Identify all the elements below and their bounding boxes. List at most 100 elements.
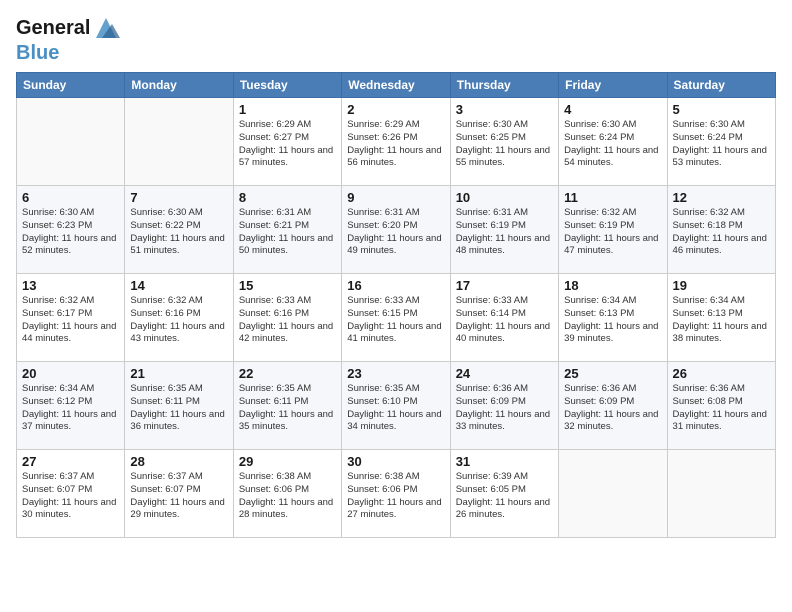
calendar-cell: [667, 450, 775, 538]
calendar-cell: 13 Sunrise: 6:32 AM Sunset: 6:17 PM Dayli…: [17, 274, 125, 362]
day-number: 26: [673, 366, 770, 381]
logo-blue: Blue: [16, 42, 120, 64]
day-info: Sunrise: 6:32 AM Sunset: 6:17 PM Dayligh…: [22, 295, 119, 346]
calendar-cell: 9 Sunrise: 6:31 AM Sunset: 6:20 PM Daylig…: [342, 186, 450, 274]
day-info: Sunrise: 6:36 AM Sunset: 6:09 PM Dayligh…: [456, 383, 553, 434]
calendar-cell: 28 Sunrise: 6:37 AM Sunset: 6:07 PM Dayli…: [125, 450, 233, 538]
day-info: Sunrise: 6:30 AM Sunset: 6:23 PM Dayligh…: [22, 207, 119, 258]
day-number: 3: [456, 102, 553, 117]
day-number: 19: [673, 278, 770, 293]
day-number: 13: [22, 278, 119, 293]
day-info: Sunrise: 6:38 AM Sunset: 6:06 PM Dayligh…: [239, 471, 336, 522]
day-number: 4: [564, 102, 661, 117]
day-info: Sunrise: 6:33 AM Sunset: 6:16 PM Dayligh…: [239, 295, 336, 346]
day-number: 12: [673, 190, 770, 205]
day-info: Sunrise: 6:34 AM Sunset: 6:12 PM Dayligh…: [22, 383, 119, 434]
header: General Blue: [16, 10, 776, 64]
day-info: Sunrise: 6:35 AM Sunset: 6:11 PM Dayligh…: [239, 383, 336, 434]
day-info: Sunrise: 6:30 AM Sunset: 6:25 PM Dayligh…: [456, 119, 553, 170]
day-info: Sunrise: 6:33 AM Sunset: 6:15 PM Dayligh…: [347, 295, 444, 346]
weekday-header: Sunday: [17, 73, 125, 98]
calendar-week-row: 6 Sunrise: 6:30 AM Sunset: 6:23 PM Daylig…: [17, 186, 776, 274]
logo-icon: [92, 14, 120, 42]
calendar-table: SundayMondayTuesdayWednesdayThursdayFrid…: [16, 72, 776, 538]
weekday-header: Tuesday: [233, 73, 341, 98]
day-info: Sunrise: 6:31 AM Sunset: 6:19 PM Dayligh…: [456, 207, 553, 258]
day-number: 5: [673, 102, 770, 117]
day-number: 8: [239, 190, 336, 205]
calendar-cell: [125, 98, 233, 186]
day-number: 22: [239, 366, 336, 381]
calendar-cell: 10 Sunrise: 6:31 AM Sunset: 6:19 PM Dayli…: [450, 186, 558, 274]
calendar-cell: 18 Sunrise: 6:34 AM Sunset: 6:13 PM Dayli…: [559, 274, 667, 362]
day-number: 24: [456, 366, 553, 381]
day-info: Sunrise: 6:39 AM Sunset: 6:05 PM Dayligh…: [456, 471, 553, 522]
calendar-cell: [559, 450, 667, 538]
day-info: Sunrise: 6:37 AM Sunset: 6:07 PM Dayligh…: [130, 471, 227, 522]
day-info: Sunrise: 6:31 AM Sunset: 6:20 PM Dayligh…: [347, 207, 444, 258]
day-info: Sunrise: 6:38 AM Sunset: 6:06 PM Dayligh…: [347, 471, 444, 522]
day-info: Sunrise: 6:34 AM Sunset: 6:13 PM Dayligh…: [673, 295, 770, 346]
day-number: 30: [347, 454, 444, 469]
day-number: 23: [347, 366, 444, 381]
day-number: 11: [564, 190, 661, 205]
calendar-cell: 15 Sunrise: 6:33 AM Sunset: 6:16 PM Dayli…: [233, 274, 341, 362]
weekday-header: Thursday: [450, 73, 558, 98]
calendar-cell: 11 Sunrise: 6:32 AM Sunset: 6:19 PM Dayli…: [559, 186, 667, 274]
calendar-cell: 29Sunrise: 6:38 AM Sunset: 6:06 PM Dayli…: [233, 450, 341, 538]
calendar-cell: 30 Sunrise: 6:38 AM Sunset: 6:06 PM Dayli…: [342, 450, 450, 538]
day-info: Sunrise: 6:30 AM Sunset: 6:24 PM Dayligh…: [673, 119, 770, 170]
day-info: Sunrise: 6:36 AM Sunset: 6:09 PM Dayligh…: [564, 383, 661, 434]
day-number: 21: [130, 366, 227, 381]
day-info: Sunrise: 6:34 AM Sunset: 6:13 PM Dayligh…: [564, 295, 661, 346]
calendar-cell: 4 Sunrise: 6:30 AM Sunset: 6:24 PM Daylig…: [559, 98, 667, 186]
day-number: 16: [347, 278, 444, 293]
day-number: 20: [22, 366, 119, 381]
day-info: Sunrise: 6:31 AM Sunset: 6:21 PM Dayligh…: [239, 207, 336, 258]
calendar-cell: 2Sunrise: 6:29 AM Sunset: 6:26 PM Daylig…: [342, 98, 450, 186]
day-info: Sunrise: 6:32 AM Sunset: 6:19 PM Dayligh…: [564, 207, 661, 258]
calendar-cell: 7Sunrise: 6:30 AM Sunset: 6:22 PM Daylig…: [125, 186, 233, 274]
weekday-header: Friday: [559, 73, 667, 98]
calendar-week-row: 20 Sunrise: 6:34 AM Sunset: 6:12 PM Dayli…: [17, 362, 776, 450]
calendar-cell: 3 Sunrise: 6:30 AM Sunset: 6:25 PM Daylig…: [450, 98, 558, 186]
day-info: Sunrise: 6:32 AM Sunset: 6:16 PM Dayligh…: [130, 295, 227, 346]
day-info: Sunrise: 6:30 AM Sunset: 6:24 PM Dayligh…: [564, 119, 661, 170]
day-info: Sunrise: 6:32 AM Sunset: 6:18 PM Dayligh…: [673, 207, 770, 258]
calendar-week-row: 13 Sunrise: 6:32 AM Sunset: 6:17 PM Dayli…: [17, 274, 776, 362]
day-info: Sunrise: 6:36 AM Sunset: 6:08 PM Dayligh…: [673, 383, 770, 434]
day-number: 18: [564, 278, 661, 293]
page: General Blue SundayMondayTuesdayWednesda…: [0, 0, 792, 612]
day-number: 14: [130, 278, 227, 293]
calendar-cell: 25Sunrise: 6:36 AM Sunset: 6:09 PM Dayli…: [559, 362, 667, 450]
calendar-cell: 21 Sunrise: 6:35 AM Sunset: 6:11 PM Dayli…: [125, 362, 233, 450]
calendar-cell: 12 Sunrise: 6:32 AM Sunset: 6:18 PM Dayli…: [667, 186, 775, 274]
day-number: 10: [456, 190, 553, 205]
calendar-week-row: 27 Sunrise: 6:37 AM Sunset: 6:07 PM Dayli…: [17, 450, 776, 538]
calendar-cell: 1Sunrise: 6:29 AM Sunset: 6:27 PM Daylig…: [233, 98, 341, 186]
calendar-cell: 19 Sunrise: 6:34 AM Sunset: 6:13 PM Dayli…: [667, 274, 775, 362]
day-info: Sunrise: 6:35 AM Sunset: 6:11 PM Dayligh…: [130, 383, 227, 434]
calendar-cell: 26 Sunrise: 6:36 AM Sunset: 6:08 PM Dayli…: [667, 362, 775, 450]
day-number: 7: [130, 190, 227, 205]
day-info: Sunrise: 6:35 AM Sunset: 6:10 PM Dayligh…: [347, 383, 444, 434]
day-number: 28: [130, 454, 227, 469]
day-number: 9: [347, 190, 444, 205]
day-number: 17: [456, 278, 553, 293]
day-number: 27: [22, 454, 119, 469]
day-number: 1: [239, 102, 336, 117]
weekday-header-row: SundayMondayTuesdayWednesdayThursdayFrid…: [17, 73, 776, 98]
calendar-cell: 5 Sunrise: 6:30 AM Sunset: 6:24 PM Daylig…: [667, 98, 775, 186]
logo: General Blue: [16, 14, 120, 64]
day-info: Sunrise: 6:37 AM Sunset: 6:07 PM Dayligh…: [22, 471, 119, 522]
day-number: 15: [239, 278, 336, 293]
day-number: 6: [22, 190, 119, 205]
calendar-week-row: 1Sunrise: 6:29 AM Sunset: 6:27 PM Daylig…: [17, 98, 776, 186]
calendar-cell: 23 Sunrise: 6:35 AM Sunset: 6:10 PM Dayli…: [342, 362, 450, 450]
calendar-cell: 24 Sunrise: 6:36 AM Sunset: 6:09 PM Dayli…: [450, 362, 558, 450]
calendar-cell: 16 Sunrise: 6:33 AM Sunset: 6:15 PM Dayli…: [342, 274, 450, 362]
calendar-cell: 17Sunrise: 6:33 AM Sunset: 6:14 PM Dayli…: [450, 274, 558, 362]
calendar-cell: 8 Sunrise: 6:31 AM Sunset: 6:21 PM Daylig…: [233, 186, 341, 274]
calendar-cell: 22 Sunrise: 6:35 AM Sunset: 6:11 PM Dayli…: [233, 362, 341, 450]
day-info: Sunrise: 6:29 AM Sunset: 6:26 PM Dayligh…: [347, 119, 444, 170]
